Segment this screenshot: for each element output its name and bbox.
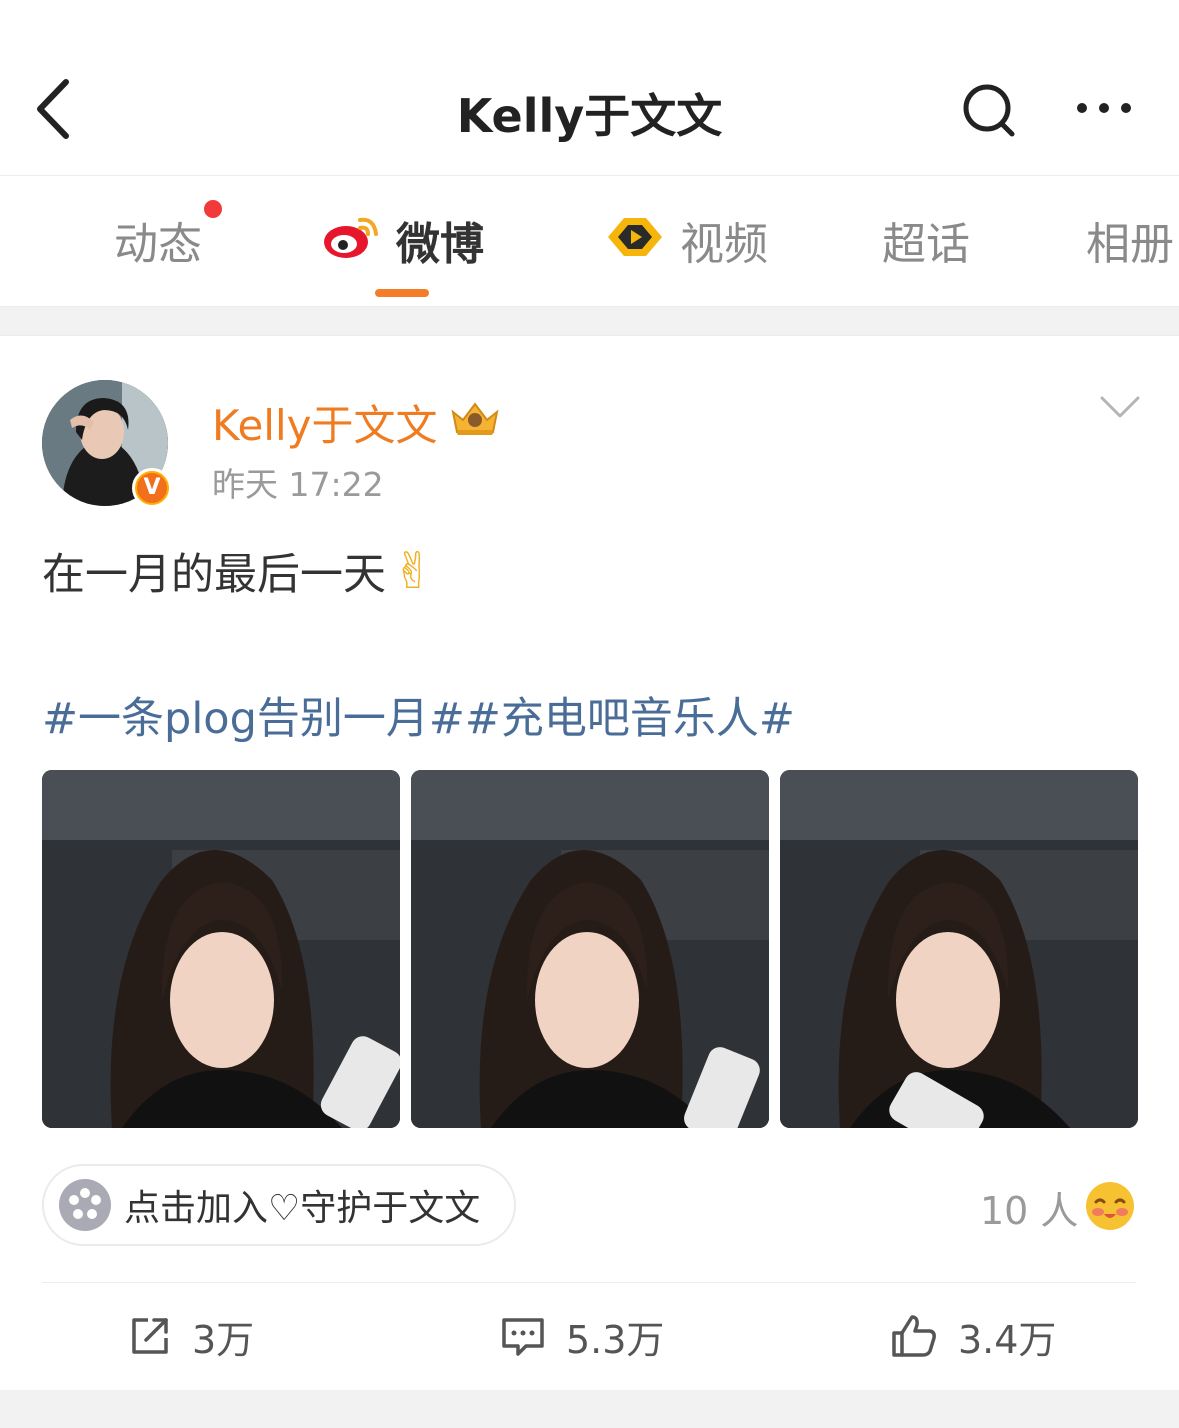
notification-dot [204,200,222,218]
join-fan-club-button[interactable]: 点击加入♡守护于文文 [42,1164,516,1246]
divider [42,1282,1136,1283]
top-bar: Kelly于文文 [0,0,1179,176]
tab-label: 微博 [396,219,484,270]
author-name[interactable]: Kelly于文文 [212,392,503,453]
join-label: 点击加入♡守护于文文 [124,1188,481,1229]
comment-button[interactable]: 5.3万 [500,1308,664,1364]
tab-label: 超话 [882,219,970,270]
post-photo[interactable] [411,770,769,1128]
fan-club-icon [59,1179,111,1231]
chevron-down-icon [1100,396,1140,418]
tab-label: 动态 [114,219,202,270]
victory-hand-emoji: ✌ [392,542,434,600]
blushing-face-icon[interactable] [1084,1180,1136,1232]
repost-count: 3万 [192,1317,255,1362]
post-photo[interactable] [42,770,400,1128]
photo-grid [42,770,1138,1128]
section-gap [0,1390,1179,1428]
post-options-button[interactable] [1098,392,1142,422]
comment-count: 5.3万 [566,1317,665,1362]
people-count: 10 人 [980,1189,1079,1233]
post-photo[interactable] [780,770,1138,1128]
more-icon [1077,103,1131,113]
tab-video[interactable]: 视频 [604,215,768,275]
search-icon [963,84,1015,137]
author-label: Kelly于文文 [212,401,438,450]
tab-label: 视频 [680,219,768,270]
tab-label: 相册 [1086,219,1174,270]
comment-icon [502,1318,544,1356]
like-button[interactable]: 3.4万 [890,1308,1056,1364]
tab-super-topic[interactable]: 超话 [882,215,970,275]
profile-tabs: 动态 微博 视频 超话 相册 [0,177,1179,305]
like-count: 3.4万 [958,1317,1057,1362]
tab-album[interactable]: 相册 [1086,215,1174,275]
verified-badge: V [132,468,172,508]
crown-badge-icon [447,398,503,448]
video-play-icon [604,212,666,278]
thumbs-up-icon [892,1315,936,1357]
post-text: 在一月的最后一天 ✌ [42,540,434,602]
weibo-logo-icon [322,212,382,278]
active-tab-indicator [375,289,429,297]
post-time: 昨天 17:22 [212,465,384,504]
more-button[interactable] [1072,88,1136,128]
post-text-body: 在一月的最后一天 [42,550,386,600]
search-button[interactable] [958,80,1020,142]
tab-weibo[interactable]: 微博 [322,215,484,275]
avatar[interactable]: V [42,380,172,508]
tab-dynamics[interactable]: 动态 [114,215,202,275]
hashtag-links[interactable]: #一条plog告别一月##充电吧音乐人# [42,684,795,746]
section-gap [0,306,1179,336]
repost-button[interactable]: 3万 [128,1308,254,1364]
repost-icon [132,1318,168,1354]
